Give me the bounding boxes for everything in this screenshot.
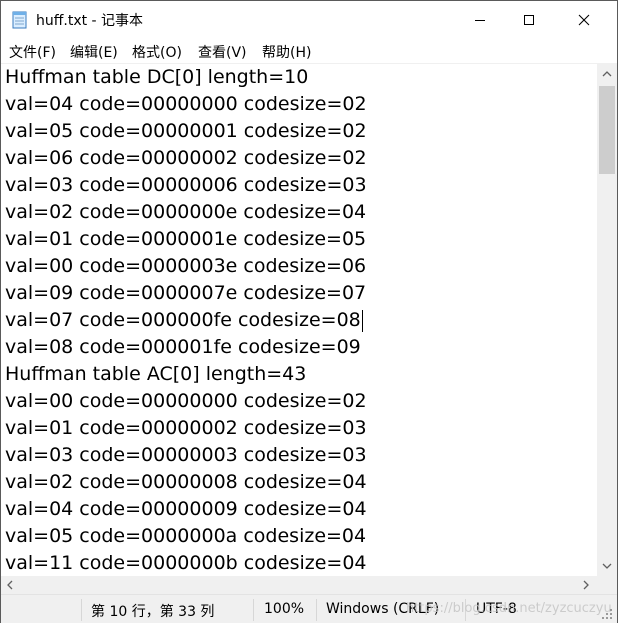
status-bar: 第 10 行，第 33 列 100% Windows (CRLF) UTF-8 … (1, 594, 617, 623)
text-line[interactable]: val=01 code=0000001e codesize=05 (5, 226, 366, 253)
scroll-left-button[interactable] (1, 576, 19, 594)
menu-help[interactable]: 帮助(H) (262, 42, 311, 62)
chevron-right-icon (583, 580, 589, 590)
vertical-scrollbar[interactable] (597, 64, 617, 576)
horizontal-scrollbar[interactable] (1, 576, 597, 594)
scroll-down-button[interactable] (597, 556, 617, 576)
menu-file[interactable]: 文件(F) (9, 42, 56, 62)
notepad-window: huff.txt - 记事本 文件(F) 编辑(E) 格式(O) 查看(V) 帮… (0, 0, 618, 623)
text-line-current[interactable]: val=07 code=000000fe codesize=08 (5, 307, 363, 334)
close-button[interactable] (561, 1, 607, 39)
text-caret (361, 309, 363, 332)
text-line[interactable]: val=05 code=00000001 codesize=02 (5, 118, 367, 145)
menu-edit[interactable]: 编辑(E) (70, 42, 118, 62)
menu-view[interactable]: 查看(V) (198, 42, 247, 62)
scroll-right-button[interactable] (577, 576, 595, 594)
text-line[interactable]: val=04 code=00000009 codesize=04 (5, 496, 367, 523)
text-line[interactable]: val=06 code=00000002 codesize=02 (5, 145, 367, 172)
text-line[interactable]: val=03 code=00000006 codesize=03 (5, 172, 367, 199)
minimize-icon (475, 20, 485, 21)
text-line[interactable]: val=11 code=0000000b codesize=04 (5, 550, 367, 576)
scroll-up-button[interactable] (597, 64, 617, 84)
watermark: https://blog.csdn.net/zyzcuczyu (406, 601, 612, 616)
resize-grip-icon[interactable] (601, 605, 613, 619)
text-line[interactable]: val=09 code=0000007e codesize=07 (5, 280, 366, 307)
vertical-scroll-thumb[interactable] (599, 86, 615, 174)
text-line[interactable]: val=04 code=00000000 codesize=02 (5, 91, 367, 118)
close-icon (578, 14, 590, 26)
cursor-position: 第 10 行，第 33 列 (91, 604, 215, 620)
text-line[interactable]: val=00 code=0000003e codesize=06 (5, 253, 366, 280)
notepad-icon (12, 10, 28, 29)
chevron-left-icon (7, 580, 13, 590)
text-line[interactable]: Huffman table DC[0] length=10 (5, 64, 308, 91)
text-line[interactable]: val=00 code=00000000 codesize=02 (5, 388, 367, 415)
chevron-up-icon (602, 71, 612, 77)
maximize-button[interactable] (506, 1, 552, 39)
chevron-down-icon (602, 563, 612, 569)
text-line[interactable]: val=01 code=00000002 codesize=03 (5, 415, 367, 442)
menu-bar: 文件(F) 编辑(E) 格式(O) 查看(V) 帮助(H) (1, 39, 617, 64)
text-line[interactable]: val=08 code=000001fe codesize=09 (5, 334, 361, 361)
status-divider (81, 599, 82, 621)
text-line[interactable]: val=02 code=0000000e codesize=04 (5, 199, 366, 226)
maximize-icon (524, 15, 534, 25)
title-bar[interactable]: huff.txt - 记事本 (1, 1, 617, 39)
minimize-button[interactable] (457, 1, 503, 39)
text-line[interactable]: Huffman table AC[0] length=43 (5, 361, 306, 388)
status-divider (316, 599, 317, 621)
scrollbar-corner (597, 576, 617, 594)
text-line[interactable]: val=03 code=00000003 codesize=03 (5, 442, 367, 469)
text-editor[interactable]: Huffman table DC[0] length=10 val=04 cod… (1, 64, 597, 576)
status-divider (253, 599, 254, 621)
window-title: huff.txt - 记事本 (36, 13, 144, 29)
text-line[interactable]: val=05 code=0000000a codesize=04 (5, 523, 366, 550)
zoom-level: 100% (264, 601, 305, 617)
menu-format[interactable]: 格式(O) (132, 42, 182, 62)
current-line-text: val=07 code=000000fe codesize=08 (5, 309, 361, 331)
text-line[interactable]: val=02 code=00000008 codesize=04 (5, 469, 367, 496)
